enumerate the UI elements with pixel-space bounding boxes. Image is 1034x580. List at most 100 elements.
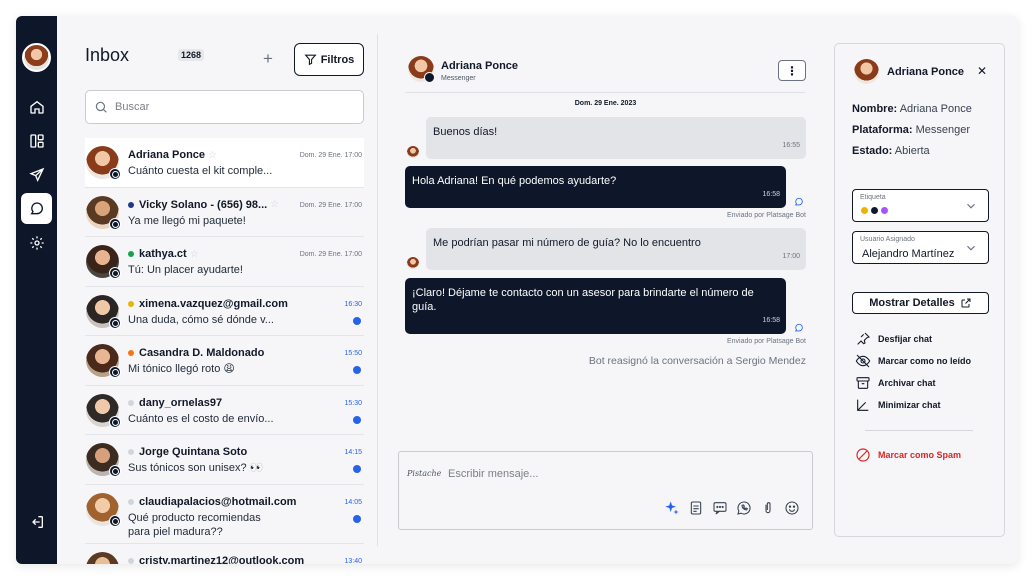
send-icon [28, 167, 44, 182]
reassign-note: Bot reasignó la conversación a Sergio Me… [588, 355, 806, 367]
action-label: Minimizar chat [878, 400, 941, 410]
search-box [85, 90, 364, 124]
chat-list-item[interactable]: cristy.martinez12@outlook.com 13:40 [85, 544, 364, 564]
external-link-icon [961, 298, 971, 308]
search-input[interactable] [115, 101, 345, 113]
message-time: 16:58 [762, 317, 780, 324]
action-label: Desfijar chat [878, 334, 933, 344]
chat-preview: Cuánto es el costo de envío... [128, 412, 274, 425]
chat-list-item[interactable]: Casandra D. Maldonado Mi tónico llegó rot… [85, 336, 364, 386]
unread-indicator [353, 514, 361, 523]
chat-list-item[interactable]: Vicky Solano - (656) 98... ☆ Ya me llegó m… [85, 188, 364, 237]
message-input[interactable] [448, 468, 748, 480]
chat-time: 16:30 [344, 300, 362, 308]
archive-icon [856, 377, 870, 389]
conversation-menu-button[interactable]: ⋮ [778, 60, 806, 81]
message-time: 17:00 [782, 253, 800, 260]
filter-button[interactable]: Filtros [294, 43, 364, 76]
status-dot [128, 300, 134, 307]
instagram-badge-icon [109, 267, 121, 279]
details-separator [865, 430, 973, 431]
chat-list: Adriana Ponce ☆ Cuánto cuesta el kit compl… [85, 138, 364, 564]
chat-time: 15:50 [344, 350, 362, 357]
contact-mini-avatar [407, 146, 419, 158]
email-badge-icon [109, 514, 121, 527]
sparkle-ai-icon[interactable] [664, 500, 680, 516]
emoji-icon[interactable] [784, 500, 800, 516]
tag-color-dot [871, 207, 878, 214]
chat-name-row: Adriana Ponce ☆ [128, 149, 217, 161]
attachment-icon[interactable] [760, 500, 776, 516]
quick-reply-icon[interactable] [712, 500, 728, 516]
nav-send[interactable] [21, 159, 52, 190]
status-dot [128, 399, 134, 406]
tag-color-dots [861, 207, 888, 214]
close-icon[interactable]: ✕ [977, 64, 987, 78]
chat-preview: Una duda, cómo sé dónde v... [128, 313, 274, 326]
chat-preview: Qué producto recomiendas para piel madur… [128, 511, 261, 538]
inbox-title: Inbox [85, 45, 130, 65]
assignee-select[interactable]: Usuario Asignado Alejandro Martínez [852, 231, 989, 264]
contact-platform: Messenger [441, 75, 476, 82]
tag-color-dot [861, 207, 868, 214]
detail-field-name: Nombre: Adriana Ponce [852, 103, 972, 115]
message-text: Hola Adriana! En qué podemos ayudarte? [412, 175, 617, 187]
star-icon[interactable]: ☆ [190, 249, 199, 260]
unpin-icon [857, 332, 870, 345]
details-name: Adriana Ponce [887, 66, 965, 78]
contact-name: Adriana Ponce [441, 60, 519, 72]
star-icon[interactable]: ☆ [208, 150, 217, 161]
chat-list-item[interactable]: kathya.ct ☆ Tú: Un placer ayudarte! Dom. 29… [85, 237, 364, 287]
spam-label: Marcar como Spam [878, 450, 962, 460]
unread-indicator [353, 316, 361, 325]
action-label: Archivar chat [878, 378, 936, 388]
detail-field-status: Estado: Abierta [852, 145, 930, 157]
chat-name: Casandra D. Maldonado [139, 347, 265, 359]
chat-list-item[interactable]: ximena.vazquez@gmail.com Una duda, cómo s… [85, 287, 364, 336]
tag-select[interactable]: Etiqueta [852, 189, 989, 222]
status-dot [128, 201, 134, 208]
chat-list-item[interactable]: claudiapalacios@hotmail.com Qué producto … [85, 485, 364, 544]
message-bubble-outgoing: Hola Adriana! En qué podemos ayudarte? 1… [405, 166, 786, 208]
show-details-button[interactable]: Mostrar Detalles [852, 292, 989, 314]
new-chat-button[interactable]: + [263, 49, 273, 69]
block-icon [856, 448, 870, 462]
archive-chat-action[interactable]: Archivar chat [855, 375, 936, 391]
composer-toolbar [664, 500, 800, 516]
detail-label: Nombre: [852, 103, 898, 115]
header-divider [405, 92, 805, 93]
chevron-down-icon [967, 203, 975, 209]
nav-logout[interactable] [21, 506, 52, 537]
mark-spam-action[interactable]: Marcar como Spam [855, 447, 961, 463]
chat-time: 14:15 [344, 449, 362, 456]
chat-list-item[interactable]: dany_ornelas97 Cuánto es el costo de enví… [85, 386, 364, 435]
chat-name: kathya.ct [139, 248, 187, 260]
chat-time: Dom. 29 Ene. 17:00 [299, 201, 362, 209]
detail-label: Estado: [852, 145, 893, 157]
nav-chats[interactable] [21, 193, 52, 224]
chat-list-item[interactable]: Adriana Ponce ☆ Cuánto cuesta el kit compl… [85, 138, 364, 188]
chat-name-row: Vicky Solano - (656) 98... ☆ [128, 199, 279, 211]
app-window: Inbox 1268 + Filtros Adriana Ponce☆Cuánt… [16, 16, 1018, 564]
template-icon[interactable] [688, 500, 704, 516]
chat-list-item[interactable]: Jorge Quintana Soto Sus tónicos son unise… [85, 435, 364, 485]
minimize-chat-action[interactable]: Minimizar chat [855, 397, 941, 413]
left-nav [16, 16, 57, 564]
funnel-icon [304, 54, 317, 66]
unread-indicator [353, 415, 361, 424]
whatsapp-icon[interactable] [736, 500, 752, 516]
detail-value: Adriana Ponce [899, 103, 972, 115]
nav-settings[interactable] [21, 227, 52, 258]
profile-avatar[interactable] [22, 43, 51, 72]
chat-time: 15:30 [344, 399, 362, 407]
mark-unread-action[interactable]: Marcar como no leído [855, 353, 971, 369]
detail-value: Abierta [894, 145, 930, 157]
nav-layout[interactable] [21, 125, 52, 156]
unpin-chat-action[interactable]: Desfijar chat [855, 331, 932, 347]
messenger-badge-icon [424, 72, 435, 83]
star-icon[interactable]: ☆ [270, 199, 279, 210]
home-icon [29, 100, 44, 114]
nav-home[interactable] [21, 91, 52, 122]
conversation-date: Dom. 29 Ene. 2023 [574, 100, 637, 107]
messenger-badge-icon [109, 366, 121, 378]
